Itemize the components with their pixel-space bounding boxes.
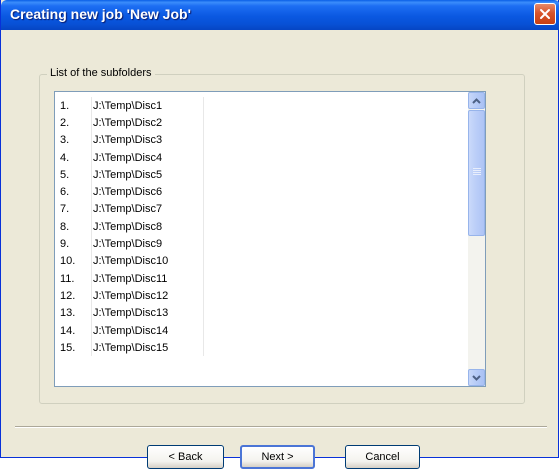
column-divider xyxy=(203,131,204,149)
column-divider xyxy=(203,339,204,357)
row-number: 7. xyxy=(60,203,70,216)
list-rows: 1. J:\Temp\Disc1 2. J:\Temp\Disc2 3. J:\Temp\… xyxy=(55,97,468,357)
subfolders-list[interactable]: 1. J:\Temp\Disc1 2. J:\Temp\Disc2 3. J:\Temp\… xyxy=(54,91,486,387)
column-divider xyxy=(91,114,92,132)
row-path: J:\Temp\Disc8 xyxy=(93,220,163,233)
row-number: 12. xyxy=(60,289,76,302)
row-path: J:\Temp\Disc6 xyxy=(93,186,163,199)
chevron-up-icon xyxy=(472,95,481,107)
button-separator xyxy=(15,426,547,428)
list-item[interactable]: 11. J:\Temp\Disc11 xyxy=(55,269,468,288)
column-divider xyxy=(91,339,92,357)
column-divider xyxy=(203,304,204,322)
row-path: J:\Temp\Disc13 xyxy=(93,307,169,320)
column-divider xyxy=(91,269,92,288)
column-divider xyxy=(203,97,204,115)
close-button[interactable] xyxy=(534,3,556,25)
back-button[interactable]: < Back xyxy=(147,445,224,469)
list-item[interactable]: 2. J:\Temp\Disc2 xyxy=(55,114,468,132)
row-number: 10. xyxy=(60,255,76,268)
column-divider xyxy=(203,114,204,132)
row-number: 5. xyxy=(60,168,70,181)
column-divider xyxy=(91,321,92,340)
row-number: 15. xyxy=(60,341,76,354)
column-divider xyxy=(91,252,92,270)
column-divider xyxy=(203,235,204,253)
row-path: J:\Temp\Disc7 xyxy=(93,203,163,216)
column-divider xyxy=(91,166,92,184)
list-item[interactable]: 3. J:\Temp\Disc3 xyxy=(55,131,468,149)
column-divider xyxy=(203,252,204,270)
wizard-dialog: Creating new job 'New Job' List of the s… xyxy=(0,0,559,469)
row-path: J:\Temp\Disc9 xyxy=(93,238,163,251)
column-divider xyxy=(91,304,92,322)
list-item[interactable]: 1. J:\Temp\Disc1 xyxy=(55,97,468,115)
list-item[interactable]: 4. J:\Temp\Disc4 xyxy=(55,148,468,167)
row-number: 2. xyxy=(60,116,70,129)
row-path: J:\Temp\Disc15 xyxy=(93,341,169,354)
row-number: 14. xyxy=(60,324,76,337)
list-item[interactable]: 9. J:\Temp\Disc9 xyxy=(55,235,468,253)
list-item[interactable]: 12. J:\Temp\Disc12 xyxy=(55,287,468,305)
row-path: J:\Temp\Disc2 xyxy=(93,116,163,129)
row-number: 3. xyxy=(60,134,70,147)
scroll-up-button[interactable] xyxy=(468,92,485,109)
row-path: J:\Temp\Disc14 xyxy=(93,324,169,337)
list-item[interactable]: 7. J:\Temp\Disc7 xyxy=(55,200,468,219)
cancel-button[interactable]: Cancel xyxy=(345,445,420,469)
row-path: J:\Temp\Disc5 xyxy=(93,168,163,181)
list-item[interactable]: 8. J:\Temp\Disc8 xyxy=(55,218,468,236)
list-item[interactable]: 14. J:\Temp\Disc14 xyxy=(55,321,468,340)
column-divider xyxy=(91,148,92,167)
column-divider xyxy=(91,287,92,305)
column-divider xyxy=(203,148,204,167)
column-divider xyxy=(203,183,204,201)
row-number: 11. xyxy=(60,272,75,285)
column-divider xyxy=(91,218,92,236)
list-item[interactable]: 10. J:\Temp\Disc10 xyxy=(55,252,468,270)
column-divider xyxy=(203,321,204,340)
row-path: J:\Temp\Disc3 xyxy=(93,134,163,147)
column-divider xyxy=(203,218,204,236)
column-divider xyxy=(91,235,92,253)
column-divider xyxy=(203,200,204,219)
row-number: 4. xyxy=(60,151,70,164)
row-path: J:\Temp\Disc1 xyxy=(93,99,163,112)
column-divider xyxy=(91,97,92,115)
window-title: Creating new job 'New Job' xyxy=(10,6,191,22)
list-item[interactable]: 6. J:\Temp\Disc6 xyxy=(55,183,468,201)
scroll-grip-icon xyxy=(473,168,481,169)
row-path: J:\Temp\Disc12 xyxy=(93,289,169,302)
row-path: J:\Temp\Disc10 xyxy=(93,255,169,268)
list-item[interactable]: 15. J:\Temp\Disc15 xyxy=(55,339,468,357)
vertical-scrollbar[interactable] xyxy=(468,92,485,386)
row-number: 13. xyxy=(60,307,76,320)
row-path: J:\Temp\Disc11 xyxy=(93,272,168,285)
column-divider xyxy=(91,131,92,149)
column-divider xyxy=(203,287,204,305)
chevron-down-icon xyxy=(472,372,481,384)
close-icon xyxy=(539,8,551,20)
column-divider xyxy=(203,269,204,288)
row-number: 1. xyxy=(60,99,70,112)
row-number: 9. xyxy=(60,238,70,251)
scroll-thumb[interactable] xyxy=(468,110,485,236)
row-path: J:\Temp\Disc4 xyxy=(93,151,163,164)
column-divider xyxy=(91,200,92,219)
column-divider xyxy=(203,166,204,184)
next-button[interactable]: Next > xyxy=(240,445,315,469)
row-number: 8. xyxy=(60,220,70,233)
list-item[interactable]: 5. J:\Temp\Disc5 xyxy=(55,166,468,184)
list-item[interactable]: 13. J:\Temp\Disc13 xyxy=(55,304,468,322)
column-divider xyxy=(91,183,92,201)
row-number: 6. xyxy=(60,186,70,199)
dialog-body: List of the subfolders 1. J:\Temp\Disc1 2.… xyxy=(1,30,559,469)
title-bar[interactable]: Creating new job 'New Job' xyxy=(1,0,559,30)
groupbox-legend: List of the subfolders xyxy=(47,67,155,79)
scroll-down-button[interactable] xyxy=(468,369,485,386)
